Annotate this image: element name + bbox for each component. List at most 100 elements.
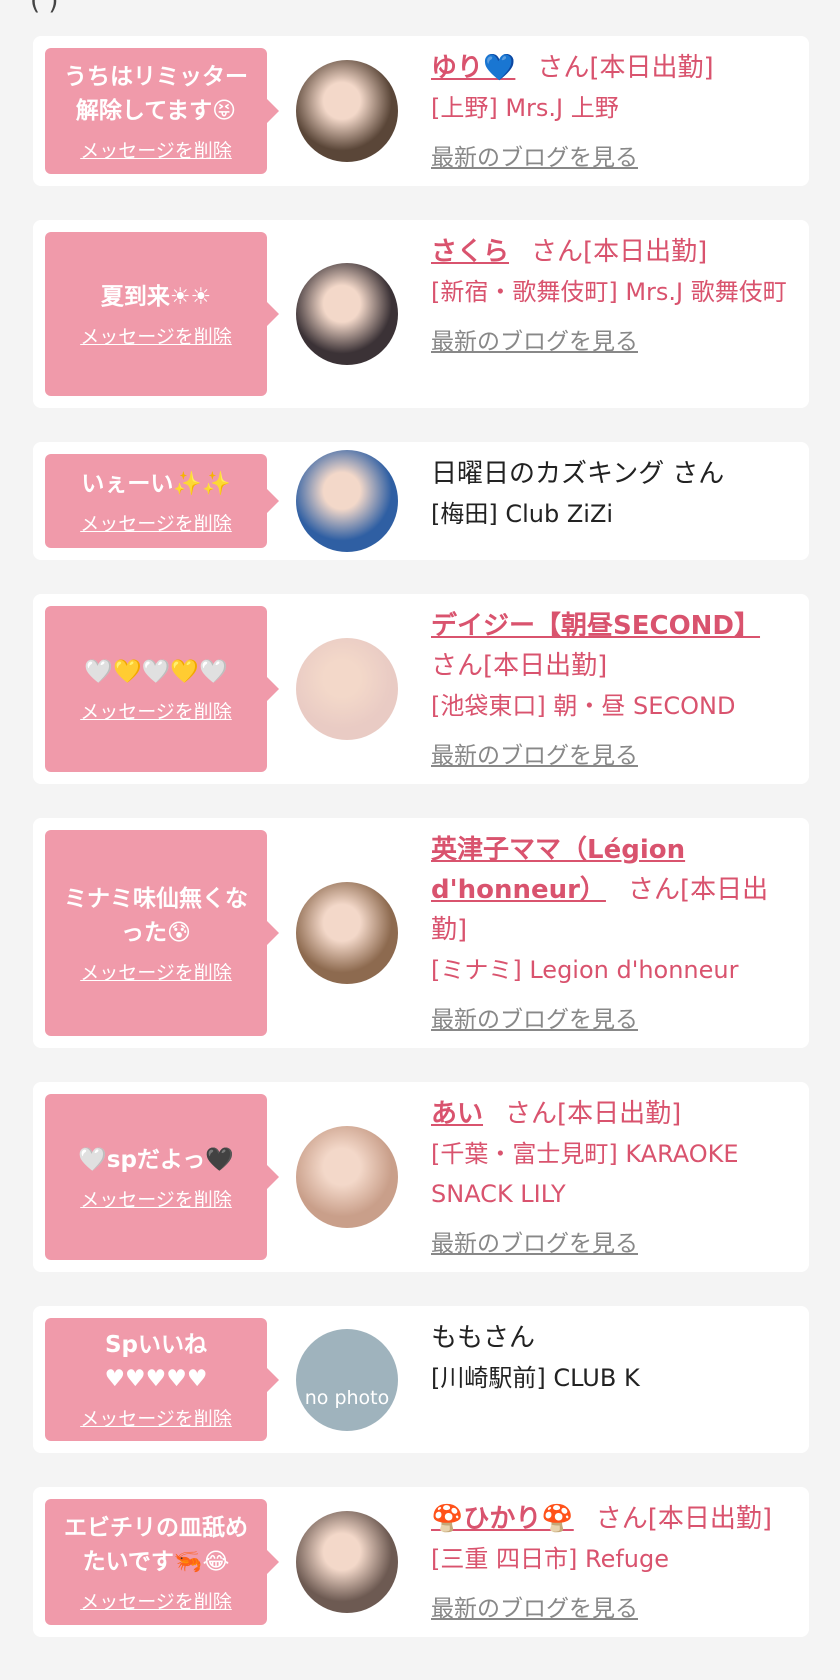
avatar[interactable] <box>296 638 398 740</box>
message-text: うちはリミッター 解除してます😝 <box>64 63 248 124</box>
name-line: あい さん[本日出勤] <box>431 1094 793 1134</box>
profile-info: さくら さん[本日出勤] [新宿・歌舞伎町] Mrs.J 歌舞伎町最新のブログを見る <box>403 220 809 408</box>
message-text: いぇーい✨✨ <box>81 470 231 497</box>
delete-message-link[interactable]: メッセージを削除 <box>80 1587 232 1614</box>
message-bubble: エビチリの皿舐め たいです🦐😂 メッセージを削除 <box>45 1499 279 1625</box>
profile-name: 日曜日のカズキング <box>431 459 665 489</box>
attendance-status: さん[本日出勤] <box>537 53 714 83</box>
latest-blog-link[interactable]: 最新のブログを見る <box>431 322 638 356</box>
shop-location: [新宿・歌舞伎町] Mrs.J 歌舞伎町 <box>431 278 787 306</box>
avatar-column <box>291 818 403 1048</box>
attendance-status: さん[本日出勤] <box>531 237 708 267</box>
message-card: いぇーい✨✨ メッセージを削除 日曜日のカズキング さん [梅田] Club ZiZi <box>33 442 809 560</box>
message-card: Spいいね ♥♥♥♥♥ メッセージを削除 no photo ももさん [川崎駅前] CL… <box>33 1306 809 1453</box>
message-text: 🤍spだよっ🖤 <box>78 1146 234 1173</box>
message-bubble-column: 🤍spだよっ🖤 メッセージを削除 <box>33 1082 291 1272</box>
message-bubble: 🤍spだよっ🖤 メッセージを削除 <box>45 1094 279 1260</box>
latest-blog-link[interactable]: 最新のブログを見る <box>431 1224 638 1258</box>
message-card: エビチリの皿舐め たいです🦐😂 メッセージを削除 🍄ひかり🍄 さん[本日出勤] [三重 … <box>33 1487 809 1637</box>
shop-location: [川崎駅前] CLUB K <box>431 1364 640 1392</box>
delete-message-link[interactable]: メッセージを削除 <box>80 958 232 985</box>
profile-info: 🍄ひかり🍄 さん[本日出勤] [三重 四日市] Refuge 最新のブログを見る <box>403 1487 809 1637</box>
avatar-column <box>291 594 403 784</box>
delete-message-link[interactable]: メッセージを削除 <box>80 1404 232 1431</box>
profile-name-link[interactable]: 🍄ひかり🍄 <box>431 1504 574 1534</box>
message-bubble: ミナミ味仙無くな った😰 メッセージを削除 <box>45 830 279 1036</box>
message-bubble-column: うちはリミッター 解除してます😝 メッセージを削除 <box>33 36 291 186</box>
message-card: うちはリミッター 解除してます😝 メッセージを削除 ゆり💙 さん[本日出勤] [上野] … <box>33 36 809 186</box>
delete-message-link[interactable]: メッセージを削除 <box>80 1185 232 1212</box>
shop-location: [千葉・富士見町] KARAOKE SNACK LILY <box>431 1140 739 1208</box>
avatar[interactable] <box>296 60 398 162</box>
message-bubble: うちはリミッター 解除してます😝 メッセージを削除 <box>45 48 279 174</box>
message-bubble-column: エビチリの皿舐め たいです🦐😂 メッセージを削除 <box>33 1487 291 1637</box>
latest-blog-link[interactable]: 最新のブログを見る <box>431 138 638 172</box>
profile-name-link[interactable]: デイジー【朝昼SECOND】 <box>431 611 760 641</box>
latest-blog-link[interactable]: 最新のブログを見る <box>431 1589 638 1623</box>
avatar-column: no photo <box>291 1306 403 1453</box>
profile-name-link[interactable]: ゆり💙 <box>431 53 515 83</box>
message-bubble: いぇーい✨✨ メッセージを削除 <box>45 454 279 548</box>
avatar[interactable] <box>296 1126 398 1228</box>
avatar[interactable] <box>296 1511 398 1613</box>
avatar[interactable] <box>296 263 398 365</box>
attendance-status: さん[本日出勤] <box>431 651 608 681</box>
message-bubble: 🤍💛🤍💛🤍 メッセージを削除 <box>45 606 279 772</box>
no-photo-label: no photo <box>304 1386 390 1409</box>
message-card: 🤍💛🤍💛🤍 メッセージを削除 デイジー【朝昼SECOND】さん[本日出勤] [池袋東口… <box>33 594 809 784</box>
latest-blog-link[interactable]: 最新のブログを見る <box>431 736 638 770</box>
attendance-status: さん <box>672 459 725 489</box>
profile-info: あい さん[本日出勤] [千葉・富士見町] KARAOKE SNACK LILY 最新… <box>403 1082 809 1272</box>
profile-info: ももさん [川崎駅前] CLUB K <box>403 1306 809 1453</box>
shop-location: [池袋東口] 朝・昼 SECOND <box>431 692 736 720</box>
message-list: うちはリミッター 解除してます😝 メッセージを削除 ゆり💙 さん[本日出勤] [上野] … <box>33 36 809 1671</box>
message-text: 🤍💛🤍💛🤍 <box>84 658 228 685</box>
name-line: ゆり💙 さん[本日出勤] <box>431 48 793 88</box>
profile-info: 日曜日のカズキング さん [梅田] Club ZiZi <box>403 442 809 560</box>
message-bubble-column: 夏到来☀☀ メッセージを削除 <box>33 220 291 408</box>
shop-location: [梅田] Club ZiZi <box>431 500 614 528</box>
message-bubble-column: ミナミ味仙無くな った😰 メッセージを削除 <box>33 818 291 1048</box>
avatar-column <box>291 1487 403 1637</box>
name-line: 英津子ママ（Légion d'honneur） さん[本日出勤] <box>431 830 793 950</box>
delete-message-link[interactable]: メッセージを削除 <box>80 697 232 724</box>
message-text: エビチリの皿舐め たいです🦐😂 <box>64 1514 248 1575</box>
delete-message-link[interactable]: メッセージを削除 <box>80 136 232 163</box>
profile-name-link[interactable]: あい <box>431 1099 483 1129</box>
latest-blog-link[interactable]: 最新のブログを見る <box>431 1000 638 1034</box>
avatar-column <box>291 1082 403 1272</box>
avatar-column <box>291 36 403 186</box>
message-card: 🤍spだよっ🖤 メッセージを削除 あい さん[本日出勤] [千葉・富士見町] KARAO… <box>33 1082 809 1272</box>
message-card: ミナミ味仙無くな った😰 メッセージを削除 英津子ママ（Légion d'honne… <box>33 818 809 1048</box>
profile-name-link[interactable]: さくら <box>431 237 509 267</box>
message-bubble-column: いぇーい✨✨ メッセージを削除 <box>33 442 291 560</box>
name-line: 🍄ひかり🍄 さん[本日出勤] <box>431 1499 793 1539</box>
message-bubble: Spいいね ♥♥♥♥♥ メッセージを削除 <box>45 1318 279 1441</box>
delete-message-link[interactable]: メッセージを削除 <box>80 322 232 349</box>
shop-location: [上野] Mrs.J 上野 <box>431 94 619 122</box>
profile-info: 英津子ママ（Légion d'honneur） さん[本日出勤] [ミナミ] Leg… <box>403 818 809 1048</box>
avatar[interactable] <box>296 882 398 984</box>
name-line: さくら さん[本日出勤] <box>431 232 793 272</box>
avatar-column <box>291 220 403 408</box>
message-bubble-column: 🤍💛🤍💛🤍 メッセージを削除 <box>33 594 291 784</box>
message-card: 夏到来☀☀ メッセージを削除 さくら さん[本日出勤] [新宿・歌舞伎町] Mrs.J … <box>33 220 809 408</box>
attendance-status: さん[本日出勤] <box>505 1099 682 1129</box>
profile-info: デイジー【朝昼SECOND】さん[本日出勤] [池袋東口] 朝・昼 SECOND 最… <box>403 594 809 784</box>
message-text: ミナミ味仙無くな った😰 <box>64 885 248 946</box>
profile-name: ももさん <box>431 1323 536 1353</box>
message-text: Spいいね ♥♥♥♥♥ <box>104 1332 208 1392</box>
avatar[interactable] <box>296 450 398 552</box>
message-text: 夏到来☀☀ <box>100 283 212 310</box>
attendance-status: さん[本日出勤] <box>595 1504 773 1534</box>
delete-message-link[interactable]: メッセージを削除 <box>80 509 232 536</box>
shop-location: [三重 四日市] Refuge <box>431 1545 670 1573</box>
profile-info: ゆり💙 さん[本日出勤] [上野] Mrs.J 上野最新のブログを見る <box>403 36 809 186</box>
top-fragment: ( ) <box>30 0 59 16</box>
name-line: 日曜日のカズキング さん <box>431 454 793 494</box>
avatar[interactable]: no photo <box>296 1328 398 1431</box>
message-bubble-column: Spいいね ♥♥♥♥♥ メッセージを削除 <box>33 1306 291 1453</box>
name-line: ももさん <box>431 1318 793 1358</box>
avatar-column <box>291 442 403 560</box>
name-line: デイジー【朝昼SECOND】さん[本日出勤] <box>431 606 793 686</box>
